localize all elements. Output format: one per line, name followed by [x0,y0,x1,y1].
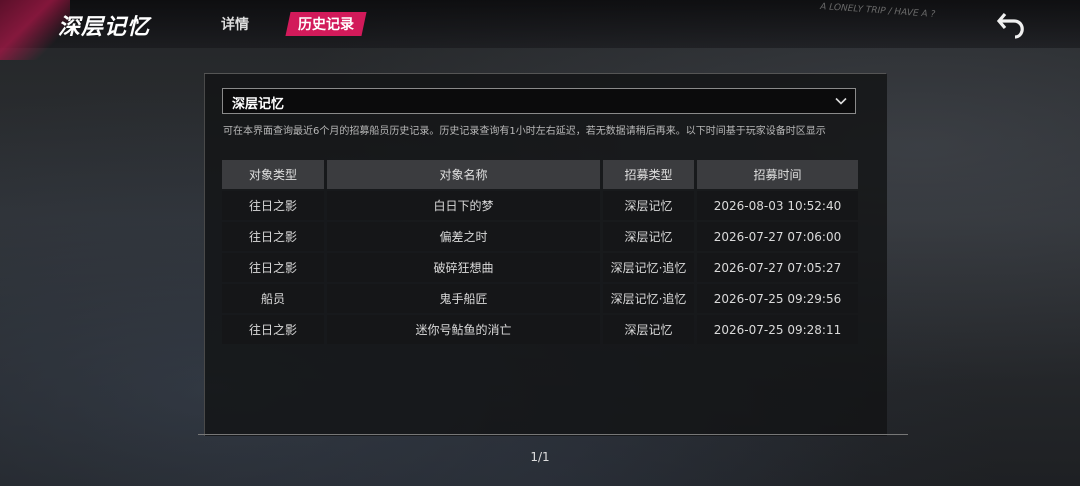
cell-name: 鬼手船匠 [327,284,600,313]
cell-recruit-type: 深层记忆 [603,222,694,251]
cell-time: 2026-07-25 09:28:11 [697,315,858,344]
cell-name: 偏差之时 [327,222,600,251]
cell-type: 往日之影 [222,253,324,282]
tab-history-label: 历史记录 [298,17,354,33]
history-table: 对象类型 对象名称 招募类型 招募时间 往日之影 白日下的梦 深层记忆 2026… [219,158,861,346]
cell-time: 2026-07-27 07:05:27 [697,253,858,282]
cell-name: 迷你号鲇鱼的消亡 [327,315,600,344]
column-header-type: 对象类型 [222,160,324,189]
tab-history[interactable]: 历史记录 [285,12,367,36]
cell-time: 2026-08-03 10:52:40 [697,191,858,220]
cell-name: 破碎狂想曲 [327,253,600,282]
back-arrow-icon [996,12,1024,39]
table-row: 往日之影 迷你号鲇鱼的消亡 深层记忆 2026-07-25 09:28:11 [222,315,858,344]
cell-time: 2026-07-27 07:06:00 [697,222,858,251]
column-header-time: 招募时间 [697,160,858,189]
column-header-recruit-type: 招募类型 [603,160,694,189]
table-row: 往日之影 白日下的梦 深层记忆 2026-08-03 10:52:40 [222,191,858,220]
panel-bottom-border [198,434,908,435]
cell-type: 往日之影 [222,191,324,220]
cell-recruit-type: 深层记忆·追忆 [603,284,694,313]
page-title: 深层记忆 [58,15,151,40]
recruit-filter-dropdown[interactable]: 深层记忆 [222,88,856,114]
back-button[interactable] [996,10,1026,40]
cell-type: 往日之影 [222,222,324,251]
table-row: 船员 鬼手船匠 深层记忆·追忆 2026-07-25 09:29:56 [222,284,858,313]
cell-recruit-type: 深层记忆 [603,191,694,220]
pagination-indicator: 1/1 [530,450,550,464]
top-bar [0,0,1080,48]
cell-name: 白日下的梦 [327,191,600,220]
cell-recruit-type: 深层记忆 [603,315,694,344]
cell-type: 往日之影 [222,315,324,344]
dropdown-selected-value: 深层记忆 [232,97,285,112]
table-header-row: 对象类型 对象名称 招募类型 招募时间 [222,160,858,189]
column-header-name: 对象名称 [327,160,600,189]
panel-top-border [204,73,886,74]
table-row: 往日之影 破碎狂想曲 深层记忆·追忆 2026-07-27 07:05:27 [222,253,858,282]
cell-time: 2026-07-25 09:29:56 [697,284,858,313]
chevron-down-icon [835,97,847,105]
table-row: 往日之影 偏差之时 深层记忆 2026-07-27 07:06:00 [222,222,858,251]
notice-text: 可在本界面查询最近6个月的招募船员历史记录。历史记录查询有1小时左右延迟，若无数… [223,126,826,137]
cell-type: 船员 [222,284,324,313]
tab-details[interactable]: 详情 [221,14,249,34]
cell-recruit-type: 深层记忆·追忆 [603,253,694,282]
